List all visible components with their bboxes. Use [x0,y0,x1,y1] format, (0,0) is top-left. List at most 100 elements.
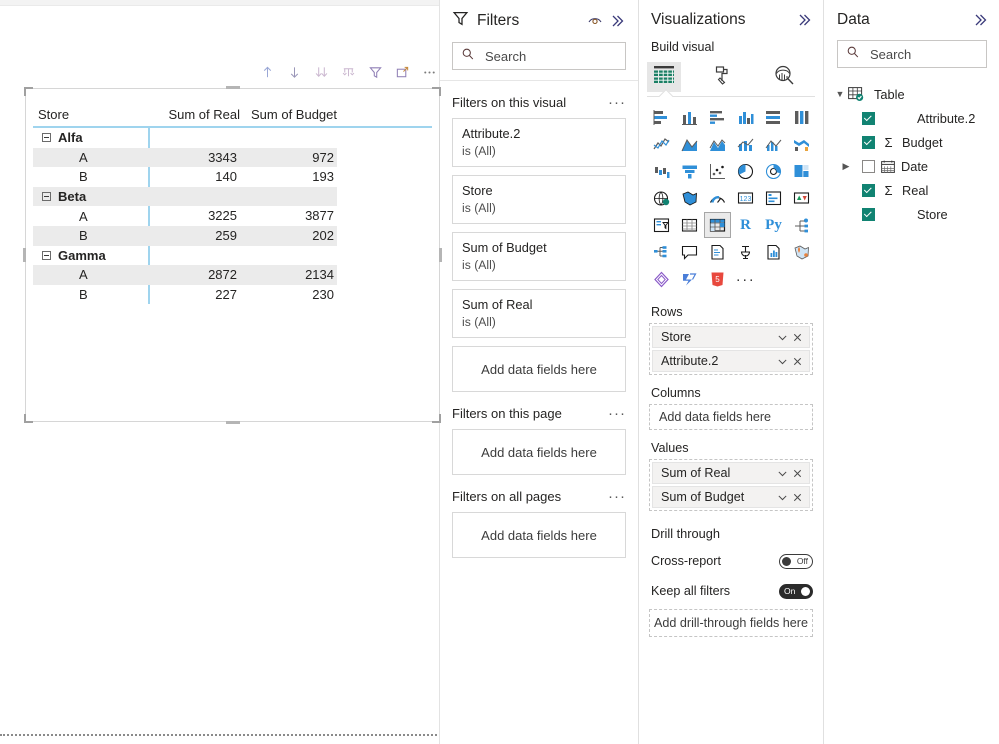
matrix-row[interactable]: A 3343 972 [33,147,432,168]
matrix-row[interactable]: B 140 193 [33,167,432,187]
decomposition-tree-icon[interactable] [649,240,674,264]
area-chart-icon[interactable] [677,132,702,156]
smart-narrative-icon[interactable] [705,240,730,264]
key-influencers-icon[interactable] [789,213,814,237]
cross-report-toggle[interactable]: Off [779,553,813,569]
drill-through-dropzone[interactable]: Add drill-through fields here [649,609,813,637]
matrix-row[interactable]: Gamma [33,246,432,266]
funnel-chart-icon[interactable] [677,159,702,183]
visual-header-toolbar[interactable] [256,60,440,84]
filters-dropzone[interactable]: Add data fields here [452,429,626,475]
resize-handle-bottom[interactable] [225,421,240,424]
remove-field-icon[interactable] [790,464,805,482]
arcgis-maps-icon[interactable] [789,240,814,264]
python-visual-icon[interactable]: Py [761,213,786,237]
data-field-row[interactable]: ▶ Date [832,154,999,178]
filter-card[interactable]: Sum of Real is (All) [452,289,626,338]
field-checkbox[interactable] [862,183,875,197]
100-stacked-bar-chart-icon[interactable] [761,105,786,129]
resize-handle-right[interactable] [439,248,442,262]
matrix-icon[interactable] [704,212,731,238]
matrix-visual-container[interactable]: Store Sum of Real Sum of Budget Alfa A 334… [23,66,442,424]
focus-mode-icon[interactable] [391,61,413,83]
donut-chart-icon[interactable] [761,159,786,183]
matrix-row[interactable]: B 259 202 [33,225,432,246]
field-chip[interactable]: Attribute.2 [652,350,810,372]
multi-row-card-icon[interactable] [761,186,786,210]
keep-all-filters-toggle[interactable]: On [779,583,813,599]
resize-handle-top[interactable] [225,86,240,89]
data-search-input[interactable]: Search [837,40,987,68]
stacked-area-chart-icon[interactable] [705,132,730,156]
filters-search-input[interactable]: Search [452,42,626,70]
kpi-icon[interactable] [789,186,814,210]
scatter-chart-icon[interactable] [705,159,730,183]
data-field-row[interactable]: Attribute.2 [832,106,999,130]
matrix-row[interactable]: B 227 230 [33,285,432,305]
chevron-down-icon[interactable] [775,488,790,506]
table-icon[interactable] [677,213,702,237]
analytics-tab[interactable] [767,62,801,92]
line-stacked-column-chart-icon[interactable] [733,132,758,156]
stacked-bar-chart-icon[interactable] [649,105,674,129]
resize-handle-bottom-right[interactable] [432,414,441,423]
r-script-visual-icon[interactable]: R [733,213,758,237]
remove-field-icon[interactable] [790,352,805,370]
field-checkbox[interactable] [862,135,875,149]
resize-handle-bottom-left[interactable] [24,414,33,423]
field-checkbox[interactable] [862,207,875,221]
stacked-column-chart-icon[interactable] [677,105,702,129]
drill-down-icon[interactable] [283,61,305,83]
filters-collapse-icon[interactable] [606,10,628,32]
filter-card[interactable]: Attribute.2 is (All) [452,118,626,167]
column-header-store[interactable]: Store [33,107,148,122]
filter-card[interactable]: Sum of Budget is (All) [452,232,626,281]
qna-icon[interactable] [677,240,702,264]
ribbon-chart-icon[interactable] [789,132,814,156]
format-visual-tab[interactable] [707,62,741,92]
remove-field-icon[interactable] [790,328,805,346]
waterfall-chart-icon[interactable] [649,159,674,183]
html-viewer-icon[interactable]: 5 [705,267,730,291]
paginated-report-icon[interactable] [733,240,758,264]
card-icon[interactable]: 123 [733,186,758,210]
more-options-icon[interactable] [418,61,440,83]
treemap-icon[interactable] [789,159,814,183]
metrics-icon[interactable] [761,240,786,264]
clustered-column-chart-icon[interactable] [733,105,758,129]
matrix-row[interactable]: A 3225 3877 [33,206,432,226]
resize-handle-left[interactable] [23,248,26,262]
power-automate-icon[interactable] [677,267,702,291]
field-checkbox[interactable] [862,111,875,125]
data-field-row[interactable]: Σ Budget [832,130,999,154]
drill-up-icon[interactable] [256,61,278,83]
chevron-right-icon[interactable]: ▶ [838,161,854,172]
field-chip[interactable]: Sum of Real [652,462,810,484]
matrix-row[interactable]: Alfa [33,128,432,148]
report-canvas[interactable]: Store Sum of Real Sum of Budget Alfa A 334… [0,0,442,744]
data-collapse-icon[interactable] [969,9,991,31]
remove-field-icon[interactable] [790,488,805,506]
collapse-expander-icon[interactable] [42,133,51,143]
more-visuals-icon[interactable]: ··· [733,267,758,291]
field-well-dropzone[interactable]: Add data fields here [649,404,813,430]
filters-section-more-icon[interactable]: ··· [608,95,626,110]
map-icon[interactable] [649,186,674,210]
build-visual-tab[interactable] [647,62,681,92]
resize-handle-top-right[interactable] [432,87,441,96]
visual-type-gallery[interactable]: 123 R Py 5 ··· [639,97,823,297]
resize-handle-top-left[interactable] [24,87,33,96]
filled-map-icon[interactable] [677,186,702,210]
line-chart-icon[interactable] [649,132,674,156]
data-table-node[interactable]: ▼ Table [832,82,999,106]
filter-card[interactable]: Store is (All) [452,175,626,224]
drill-mode-icon[interactable] [337,61,359,83]
field-chip[interactable]: Store [652,326,810,348]
collapse-expander-icon[interactable] [42,192,51,202]
filters-dropzone[interactable]: Add data fields here [452,512,626,558]
filters-section-more-icon[interactable]: ··· [608,489,626,504]
filters-dropzone[interactable]: Add data fields here [452,346,626,392]
chevron-down-icon[interactable] [775,352,790,370]
matrix-row[interactable]: A 2872 2134 [33,265,432,285]
line-clustered-column-chart-icon[interactable] [761,132,786,156]
